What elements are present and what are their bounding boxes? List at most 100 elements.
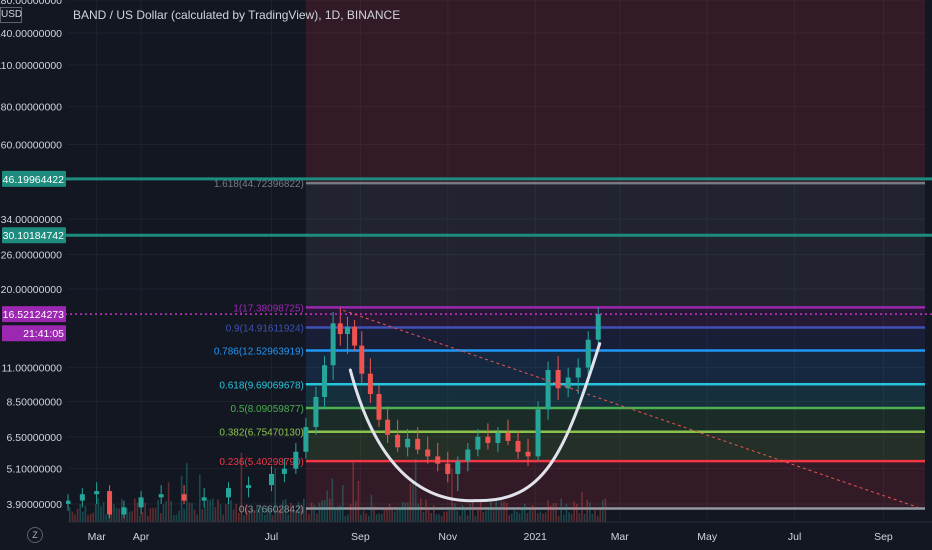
candle-body xyxy=(246,485,252,489)
volume-bar xyxy=(183,508,185,522)
volume-bar xyxy=(219,504,222,522)
volume-bar xyxy=(323,500,326,522)
candle-body xyxy=(415,438,421,450)
price-chart[interactable]: 1.618(44.72396822) 1(17.38098725) 0.9(14.9… xyxy=(0,0,932,550)
volume-bar xyxy=(331,478,334,522)
volume-bar xyxy=(531,505,534,522)
volume-bar xyxy=(425,499,427,522)
volume-bar xyxy=(79,504,81,522)
volume-bar xyxy=(542,513,544,522)
candle-body xyxy=(121,507,127,515)
volume-bar xyxy=(245,504,248,522)
volume-bar xyxy=(550,505,552,522)
volume-bar xyxy=(261,506,263,522)
volume-bar xyxy=(89,513,92,522)
volume-bar xyxy=(568,512,570,522)
volume-bar xyxy=(141,512,144,522)
volume-bar xyxy=(329,498,331,522)
volume-bar xyxy=(602,500,604,522)
volume-bar xyxy=(113,504,115,522)
price-tick-label: 26.00000000 xyxy=(1,249,62,261)
candle-body xyxy=(595,314,601,340)
price-tick-label: 110.00000000 xyxy=(0,60,62,72)
volume-bar xyxy=(154,507,157,522)
volume-bar xyxy=(456,510,458,522)
time-tick-label: Nov xyxy=(438,531,457,543)
volume-bar xyxy=(74,514,76,522)
price-axis[interactable]: 180.00000000 140.00000000 110.00000000 80.0… xyxy=(0,0,66,522)
time-tick-label: Apr xyxy=(133,531,150,543)
volume-bar xyxy=(448,508,451,522)
volume-bar xyxy=(404,502,406,522)
price-tag: 16.52124273 xyxy=(2,306,66,323)
volume-bar xyxy=(524,503,526,522)
candle-body xyxy=(395,434,401,448)
volume-bar xyxy=(227,501,230,522)
volume-bar xyxy=(230,500,232,522)
volume-bar xyxy=(303,498,305,522)
volume-bar xyxy=(396,507,399,522)
fib-level-label: 1.618(44.72396822) xyxy=(214,179,304,190)
candle-body xyxy=(385,419,391,435)
fib-zone xyxy=(305,350,925,385)
fib-level-label: 0.9(14.91611924) xyxy=(226,324,304,335)
volume-bar xyxy=(365,513,367,522)
fib-zone xyxy=(305,384,925,408)
volume-bar xyxy=(310,502,313,522)
price-tag-label: 21:41:05 xyxy=(23,328,64,340)
volume-bar xyxy=(318,502,321,522)
candle-body xyxy=(79,494,85,501)
volume-bar xyxy=(378,513,380,522)
volume-bar xyxy=(76,508,79,522)
volume-bar xyxy=(518,513,521,522)
price-tag-label: 46.19964422 xyxy=(3,174,64,186)
volume-bar xyxy=(235,504,237,522)
price-tick-label: 11.00000000 xyxy=(1,363,62,375)
volume-bar xyxy=(552,503,555,522)
volume-bar xyxy=(69,507,71,522)
volume-bar xyxy=(516,511,518,522)
volume-bar xyxy=(586,499,588,522)
candle-body xyxy=(138,497,144,508)
price-tag: 46.19964422 xyxy=(2,170,66,187)
volume-bar xyxy=(316,513,318,522)
fibonacci-retracement[interactable]: 1.618(44.72396822) 1(17.38098725) 0.9(14.9… xyxy=(214,0,925,516)
price-tag-label: 30.10184742 xyxy=(3,230,64,242)
volume-bar xyxy=(188,502,191,522)
volume-bar xyxy=(521,507,523,522)
timezone-button[interactable]: Z xyxy=(27,527,43,543)
volume-bar xyxy=(175,514,178,522)
volume-bar xyxy=(573,501,575,522)
currency-selector[interactable]: USD xyxy=(0,7,22,23)
volume-bar xyxy=(422,511,425,522)
volume-bar xyxy=(453,503,456,522)
volume-bar xyxy=(433,505,435,522)
volume-bar xyxy=(115,507,118,522)
volume-bar xyxy=(381,513,383,522)
price-tick-label: 8.50000000 xyxy=(7,396,63,408)
candle-body xyxy=(94,491,100,495)
volume-bar xyxy=(212,498,214,522)
volume-bar xyxy=(544,512,547,522)
volume-bar xyxy=(297,501,300,522)
volume-bar xyxy=(251,508,253,522)
candle-body xyxy=(535,409,541,457)
volume-bar xyxy=(178,510,180,522)
volume-bar xyxy=(269,508,271,522)
candle-body xyxy=(445,463,451,474)
volume-bar xyxy=(547,500,549,522)
volume-bar xyxy=(102,502,105,522)
volume-bar xyxy=(581,491,583,522)
candle-body xyxy=(181,494,187,501)
fib-zone-extension xyxy=(305,0,925,184)
fib-zone xyxy=(305,183,925,308)
volume-bar xyxy=(287,514,289,522)
volume-bar xyxy=(334,507,336,522)
candle-body xyxy=(65,500,71,504)
volume-bar xyxy=(435,514,438,522)
volume-bar xyxy=(500,501,503,522)
candle-body xyxy=(585,339,591,368)
volume-bar xyxy=(126,507,128,522)
volume-bar xyxy=(165,501,167,522)
volume-bar xyxy=(399,507,401,522)
